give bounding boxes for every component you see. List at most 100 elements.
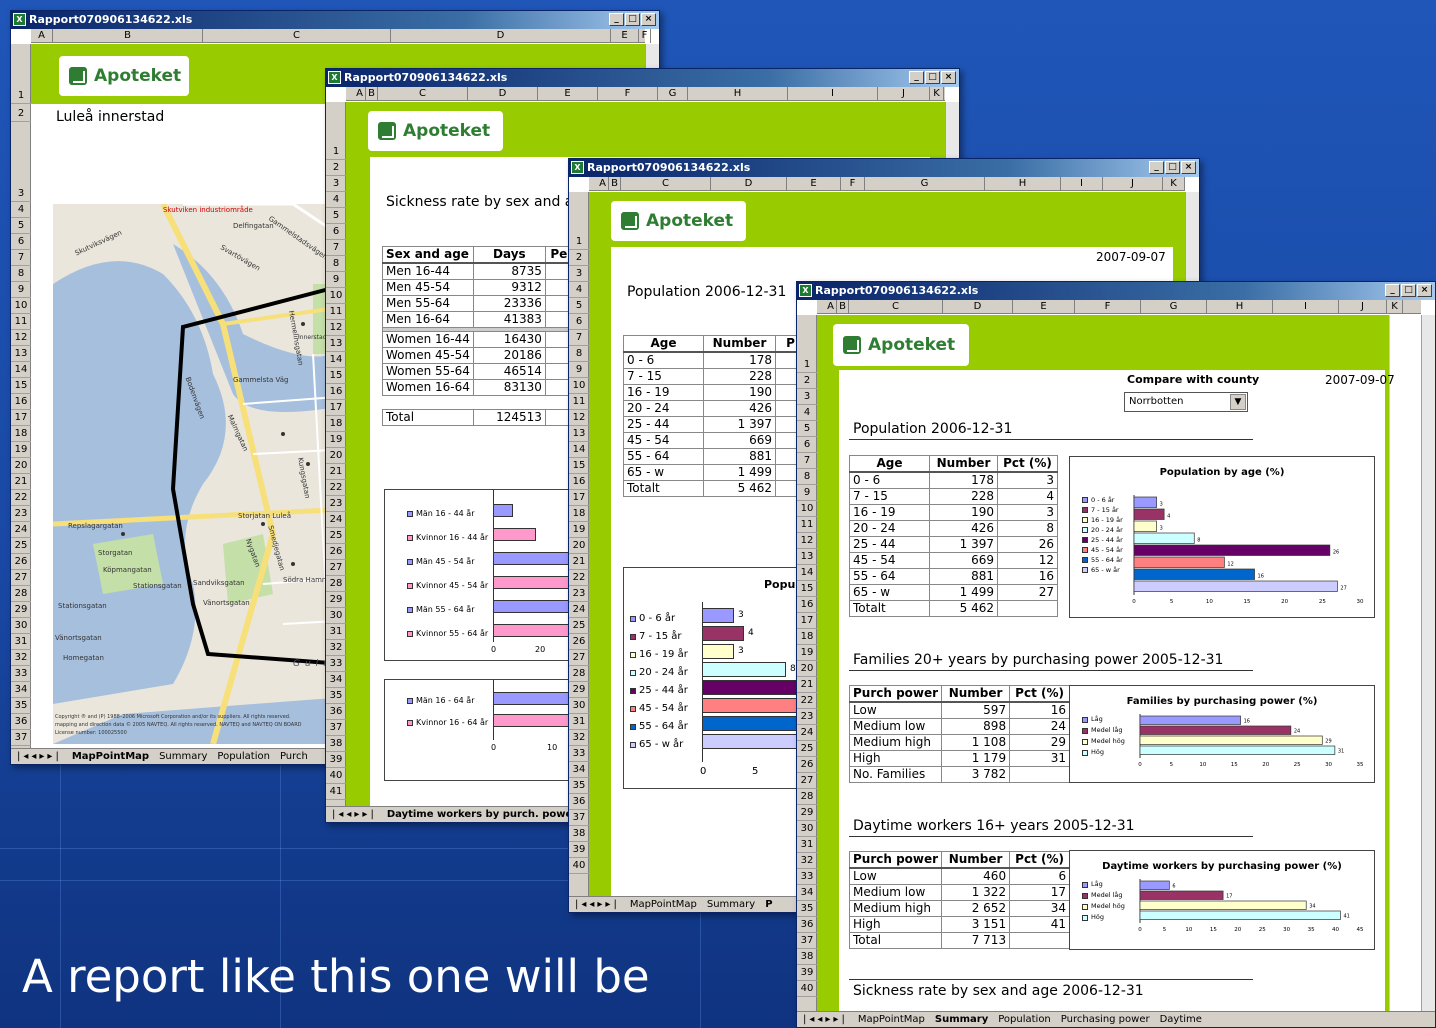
row-header[interactable]: 28 bbox=[11, 586, 31, 602]
row-header[interactable]: 1 bbox=[569, 192, 589, 250]
row-header[interactable]: 12 bbox=[326, 320, 346, 336]
row-header[interactable]: 2 bbox=[569, 250, 589, 266]
row-header[interactable]: 28 bbox=[569, 666, 589, 682]
row-header[interactable]: 19 bbox=[11, 442, 31, 458]
row-header[interactable]: 11 bbox=[11, 314, 31, 330]
window-summary[interactable]: X Rapport070906134622.xls _ □ × A B C D E F… bbox=[796, 281, 1436, 1028]
row-header[interactable]: 18 bbox=[797, 629, 817, 645]
row-header[interactable]: 33 bbox=[11, 666, 31, 682]
row-header[interactable]: 2 bbox=[326, 160, 346, 176]
minimize-button[interactable]: _ bbox=[1149, 161, 1164, 174]
row-header[interactable]: 13 bbox=[569, 426, 589, 442]
row-header[interactable]: 36 bbox=[569, 794, 589, 810]
row-header[interactable]: 17 bbox=[797, 613, 817, 629]
row-header[interactable]: 31 bbox=[326, 624, 346, 640]
row-header[interactable]: 14 bbox=[11, 362, 31, 378]
window-title[interactable]: X Rapport070906134622.xls _ □ × bbox=[11, 11, 659, 29]
vertical-scrollbar[interactable] bbox=[1421, 315, 1435, 1011]
row-header[interactable]: 9 bbox=[326, 272, 346, 288]
tab-purch[interactable]: Purch bbox=[280, 751, 308, 762]
row-header[interactable]: 37 bbox=[569, 810, 589, 826]
sheet-tabs[interactable]: |◂◂▸▸| MapPointMap Summary Population Purcha… bbox=[797, 1011, 1435, 1027]
row-header[interactable]: 23 bbox=[797, 709, 817, 725]
row-header[interactable]: 7 bbox=[326, 240, 346, 256]
row-header[interactable]: 14 bbox=[326, 352, 346, 368]
row-header[interactable]: 25 bbox=[326, 528, 346, 544]
row-header[interactable]: 36 bbox=[11, 714, 31, 730]
row-header[interactable]: 12 bbox=[11, 330, 31, 346]
row-header[interactable]: 13 bbox=[326, 336, 346, 352]
row-header[interactable]: 35 bbox=[326, 688, 346, 704]
row-header[interactable]: 31 bbox=[797, 837, 817, 853]
window-title[interactable]: X Rapport070906134622.xls _ □ × bbox=[569, 159, 1199, 177]
row-header[interactable]: 23 bbox=[11, 506, 31, 522]
tab-population[interactable]: Population bbox=[998, 1014, 1051, 1025]
row-header[interactable]: 10 bbox=[569, 378, 589, 394]
row-header[interactable]: 17 bbox=[569, 490, 589, 506]
row-header[interactable]: 26 bbox=[569, 634, 589, 650]
row-header[interactable]: 8 bbox=[797, 469, 817, 485]
row-header[interactable]: 16 bbox=[797, 597, 817, 613]
tab-population[interactable]: Population bbox=[217, 751, 270, 762]
row-header[interactable]: 12 bbox=[797, 533, 817, 549]
row-header[interactable]: 23 bbox=[326, 496, 346, 512]
row-header[interactable]: 38 bbox=[797, 949, 817, 965]
row-header[interactable]: 32 bbox=[569, 730, 589, 746]
row-header[interactable]: 5 bbox=[326, 208, 346, 224]
row-header[interactable]: 41 bbox=[326, 784, 346, 800]
row-header[interactable]: 6 bbox=[11, 234, 31, 250]
row-header[interactable]: 2 bbox=[11, 104, 31, 122]
row-header[interactable]: 35 bbox=[569, 778, 589, 794]
row-header[interactable]: 7 bbox=[797, 453, 817, 469]
row-header[interactable]: 37 bbox=[11, 730, 31, 746]
row-header[interactable]: 30 bbox=[11, 618, 31, 634]
tab-daytime[interactable]: Daytime bbox=[1160, 1014, 1202, 1025]
row-header[interactable]: 21 bbox=[569, 554, 589, 570]
row-header[interactable]: 25 bbox=[569, 618, 589, 634]
row-header[interactable]: 7 bbox=[569, 330, 589, 346]
row-header[interactable]: 27 bbox=[569, 650, 589, 666]
row-header[interactable]: 9 bbox=[11, 282, 31, 298]
row-header[interactable]: 20 bbox=[11, 458, 31, 474]
row-header[interactable]: 27 bbox=[11, 570, 31, 586]
tab-nav-arrows[interactable]: |◂◂▸▸| bbox=[803, 1014, 848, 1025]
row-header[interactable]: 17 bbox=[11, 410, 31, 426]
row-header[interactable]: 3 bbox=[797, 389, 817, 405]
row-header[interactable]: 10 bbox=[326, 288, 346, 304]
row-header[interactable]: 34 bbox=[11, 682, 31, 698]
row-header[interactable]: 11 bbox=[569, 394, 589, 410]
row-header[interactable]: 29 bbox=[11, 602, 31, 618]
tab-nav-arrows[interactable]: |◂◂▸▸| bbox=[332, 809, 377, 820]
row-header[interactable]: 4 bbox=[11, 202, 31, 218]
row-header[interactable]: 29 bbox=[569, 682, 589, 698]
row-header[interactable]: 8 bbox=[569, 346, 589, 362]
row-header[interactable]: 39 bbox=[569, 842, 589, 858]
maximize-button[interactable]: □ bbox=[1401, 284, 1416, 297]
row-header[interactable]: 19 bbox=[797, 645, 817, 661]
row-header[interactable]: 33 bbox=[797, 869, 817, 885]
row-header[interactable]: 33 bbox=[326, 656, 346, 672]
row-header[interactable]: 22 bbox=[326, 480, 346, 496]
row-header[interactable]: 16 bbox=[569, 474, 589, 490]
minimize-button[interactable]: _ bbox=[909, 71, 924, 84]
row-header[interactable]: 37 bbox=[797, 933, 817, 949]
row-header[interactable]: 32 bbox=[326, 640, 346, 656]
row-header[interactable]: 14 bbox=[569, 442, 589, 458]
row-header[interactable]: 15 bbox=[797, 581, 817, 597]
row-header[interactable]: 13 bbox=[797, 549, 817, 565]
row-header[interactable]: 24 bbox=[326, 512, 346, 528]
row-header[interactable]: 10 bbox=[11, 298, 31, 314]
row-header[interactable]: 34 bbox=[326, 672, 346, 688]
row-header[interactable]: 25 bbox=[797, 741, 817, 757]
row-header[interactable]: 34 bbox=[797, 885, 817, 901]
row-header[interactable]: 5 bbox=[797, 421, 817, 437]
row-header[interactable]: 39 bbox=[797, 965, 817, 981]
row-header[interactable]: 20 bbox=[797, 661, 817, 677]
row-header[interactable]: 15 bbox=[11, 378, 31, 394]
row-header[interactable]: 34 bbox=[569, 762, 589, 778]
maximize-button[interactable]: □ bbox=[625, 13, 640, 26]
row-header[interactable]: 1 bbox=[11, 44, 31, 104]
row-header[interactable]: 7 bbox=[11, 250, 31, 266]
tab-summary[interactable]: Summary bbox=[159, 751, 207, 762]
row-header[interactable]: 4 bbox=[797, 405, 817, 421]
